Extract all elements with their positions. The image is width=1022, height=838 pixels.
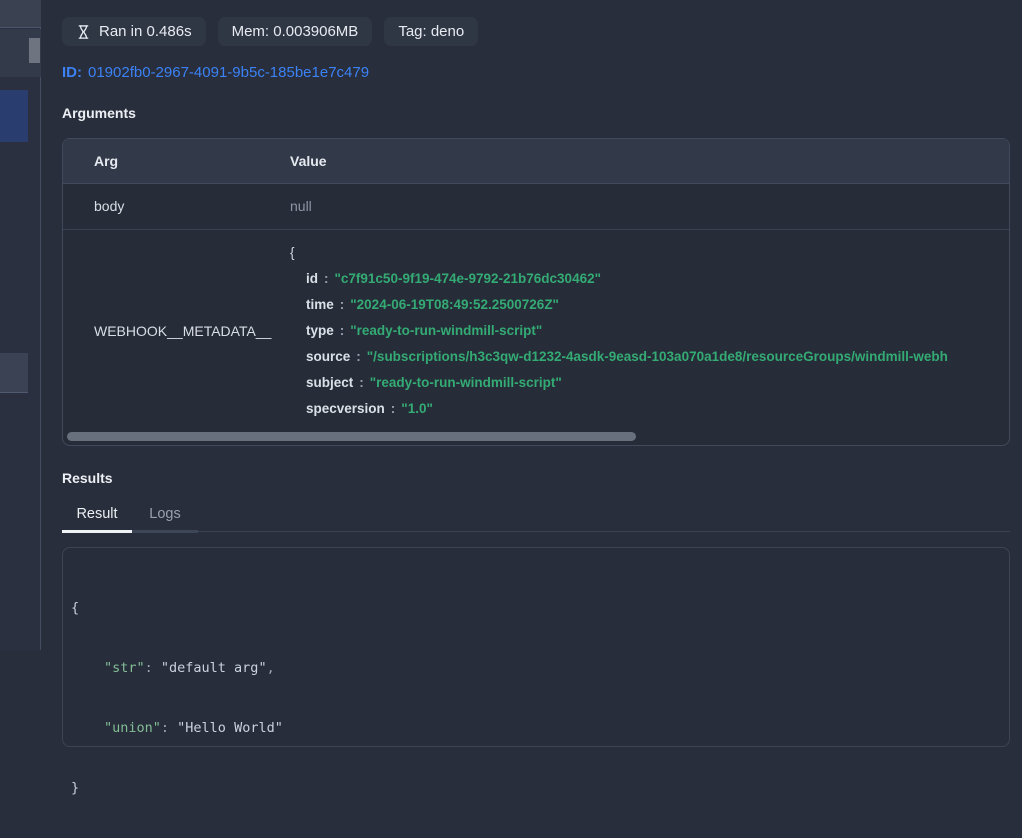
tag-badge-label: Tag: deno — [398, 23, 464, 40]
tab-logs[interactable]: Logs — [132, 506, 198, 533]
object-entry-type: type:"ready-to-run-windmill-script" — [306, 318, 1009, 344]
memory-badge: Mem: 0.003906MB — [218, 17, 373, 46]
tag-badge: Tag: deno — [384, 17, 478, 46]
horizontal-scrollbar-track[interactable] — [63, 430, 1009, 445]
object-entry-subject: subject:"ready-to-run-windmill-script" — [306, 370, 1009, 396]
code-line-union: "union": "Hello World" — [71, 718, 1001, 738]
table-row-webhook-metadata: WEBHOOK__METADATA__ { id:"c7f91c50-9f19-… — [63, 230, 1009, 430]
object-entry-source: source:"/subscriptions/h3c3qw-d1232-4asd… — [306, 344, 1009, 370]
arguments-heading: Arguments — [62, 105, 1010, 121]
run-stats-row: Ran in 0.486s Mem: 0.003906MB Tag: deno — [62, 17, 1010, 46]
job-run-detail-panel: Ran in 0.486s Mem: 0.003906MB Tag: deno … — [42, 0, 1022, 650]
code-line-open: { — [71, 598, 1001, 618]
job-id-label: ID: — [62, 64, 82, 81]
object-entry-id: id:"c7f91c50-9f19-474e-9792-21b76dc30462… — [306, 266, 1009, 292]
sidebar-item-top[interactable] — [0, 0, 41, 28]
object-entry-time: time:"2024-06-19T08:49:52.2500726Z" — [306, 292, 1009, 318]
tab-result[interactable]: Result — [62, 506, 132, 533]
sidebar-item-active[interactable] — [0, 90, 28, 142]
result-json-viewer[interactable]: { "str": "default arg", "union": "Hello … — [62, 547, 1010, 747]
memory-badge-label: Mem: 0.003906MB — [232, 23, 359, 40]
results-tabbar: Result Logs — [62, 506, 1010, 532]
code-line-close: } — [71, 778, 1001, 798]
arg-value-null: null — [290, 184, 1009, 229]
object-open-brace: { — [290, 240, 1009, 266]
arg-name-body: body — [63, 184, 290, 229]
arguments-table: Arg Value body null WEBHOOK__METADATA__ … — [62, 138, 1010, 446]
arg-name-webhook-metadata: WEBHOOK__METADATA__ — [63, 240, 290, 422]
sidebar — [0, 0, 41, 650]
arguments-table-header: Arg Value — [63, 139, 1009, 184]
duration-badge: Ran in 0.486s — [62, 17, 206, 46]
webhook-metadata-object-viewer[interactable]: { id:"c7f91c50-9f19-474e-9792-21b76dc304… — [290, 240, 1009, 422]
code-line-str: "str": "default arg", — [71, 658, 1001, 678]
object-entries: id:"c7f91c50-9f19-474e-9792-21b76dc30462… — [290, 266, 1009, 422]
column-header-arg: Arg — [63, 139, 290, 183]
sidebar-scrollbar-thumb[interactable] — [29, 38, 40, 63]
table-row-body: body null — [63, 184, 1009, 230]
sidebar-item-secondary[interactable] — [0, 353, 28, 393]
object-entry-specversion: specversion:"1.0" — [306, 396, 1009, 422]
column-header-value: Value — [290, 139, 1009, 183]
results-heading: Results — [62, 470, 1010, 486]
horizontal-scrollbar-thumb[interactable] — [67, 432, 636, 441]
hourglass-icon — [76, 24, 91, 40]
duration-badge-label: Ran in 0.486s — [99, 23, 192, 40]
job-id-line: ID: 01902fb0-2967-4091-9b5c-185be1e7c479 — [62, 64, 1010, 81]
job-id-value[interactable]: 01902fb0-2967-4091-9b5c-185be1e7c479 — [88, 64, 369, 81]
